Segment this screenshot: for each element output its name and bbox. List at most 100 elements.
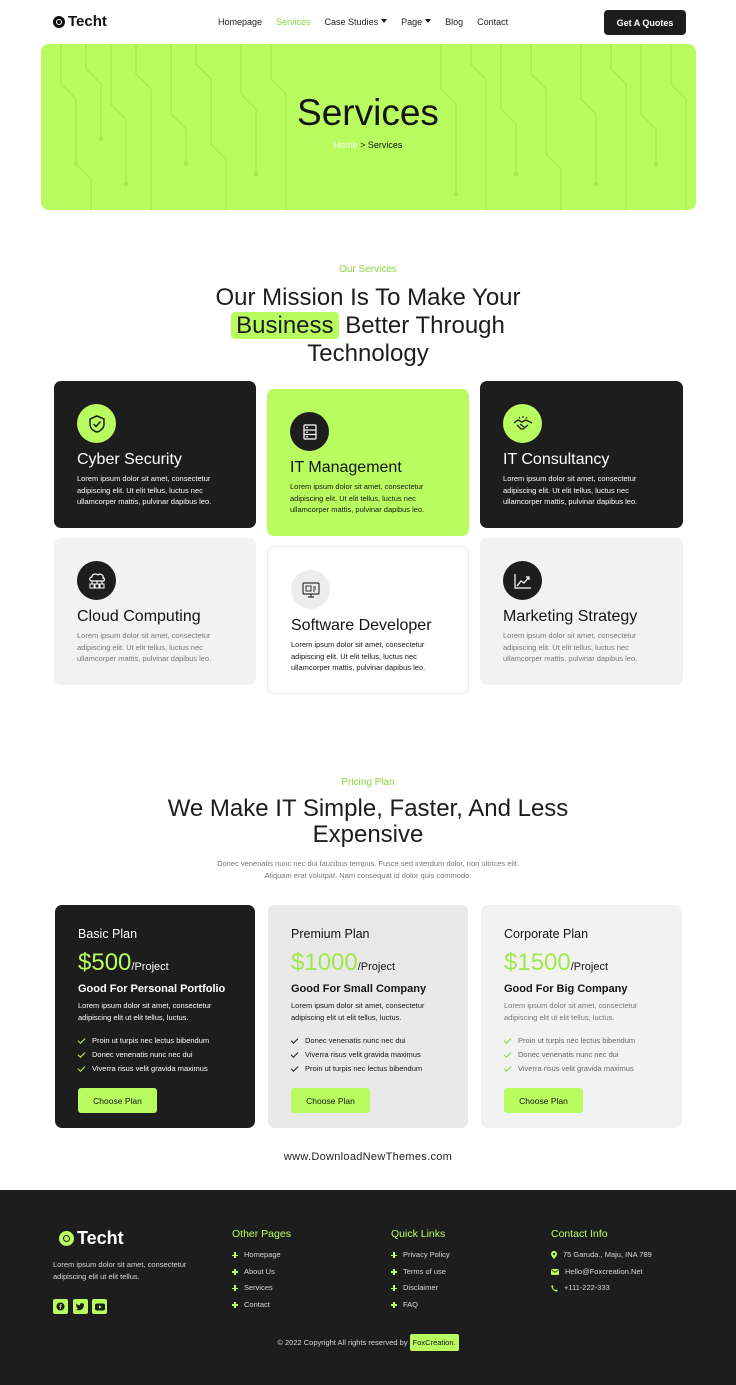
service-card-text: Lorem ipsum dolor sit amet, consectetur … bbox=[77, 474, 212, 506]
plus-icon bbox=[391, 1301, 397, 1308]
footer-link-label: Services bbox=[244, 1283, 273, 1292]
service-card-marketing-strategy[interactable]: Marketing Strategy Lorem ipsum dolor sit… bbox=[480, 538, 683, 685]
check-icon bbox=[77, 1064, 86, 1072]
service-card-cloud-computing[interactable]: Cloud Computing Lorem ipsum dolor sit am… bbox=[54, 538, 256, 685]
plan-name: Premium Plan bbox=[291, 927, 370, 941]
plus-icon bbox=[232, 1252, 238, 1259]
pricing-card-premium: Premium Plan $1000/Project Good For Smal… bbox=[268, 905, 468, 1128]
plan-description: Lorem ipsum dolor sit amet, consectetur … bbox=[504, 1001, 638, 1022]
nav-item-blog[interactable]: Blog bbox=[445, 17, 463, 27]
nav-item-page[interactable]: Page bbox=[401, 17, 432, 27]
plan-feature-text: Donec venenatis nunc nec dui bbox=[518, 1050, 619, 1059]
nav-item-contact[interactable]: Contact bbox=[477, 17, 508, 27]
plan-feature: Viverra risus velit gravida maximus bbox=[77, 1062, 232, 1076]
footer-description: Lorem ipsum dolor sit amet, consectetur … bbox=[53, 1260, 187, 1281]
check-icon bbox=[290, 1036, 299, 1044]
service-card-title: Software Developer bbox=[291, 617, 432, 634]
plan-feature-text: Viverra risus velit gravida maximus bbox=[305, 1050, 421, 1059]
pricing-heading-line1: We Make IT Simple, Faster, And Less bbox=[167, 795, 569, 822]
footer-link-label: Privacy Policy bbox=[403, 1250, 450, 1259]
watermark-text: www.DownloadNewThemes.com bbox=[283, 1151, 453, 1163]
plan-feature-list: Proin ut turpis nec lectus bibendum Done… bbox=[77, 1034, 232, 1076]
plus-icon bbox=[232, 1301, 238, 1308]
services-heading-line3: Technology bbox=[307, 340, 429, 367]
copyright-brand-link[interactable]: FoxCreation. bbox=[409, 1334, 459, 1351]
logo-text: Techt bbox=[68, 13, 107, 30]
twitter-icon[interactable] bbox=[73, 1299, 88, 1314]
youtube-icon[interactable] bbox=[92, 1299, 107, 1314]
services-eyebrow: Our Services bbox=[339, 264, 397, 275]
footer-phone[interactable]: +111-222-333 bbox=[551, 1280, 652, 1297]
chevron-down-icon bbox=[381, 19, 388, 23]
chart-growth-icon bbox=[503, 561, 542, 600]
plan-feature: Proin ut turpis nec lectus bibendum bbox=[290, 1062, 445, 1076]
footer-link-label: Disclaimer bbox=[403, 1283, 439, 1292]
footer-logo[interactable]: Techt bbox=[59, 1228, 124, 1249]
plan-feature-text: Proin ut turpis nec lectus bibendum bbox=[305, 1064, 423, 1073]
check-icon bbox=[503, 1050, 512, 1058]
page-title: Services bbox=[297, 92, 439, 133]
chevron-down-icon bbox=[425, 19, 432, 23]
breadcrumb-home-link[interactable]: Home bbox=[334, 140, 358, 150]
service-card-text: Lorem ipsum dolor sit amet, consectetur … bbox=[503, 631, 638, 663]
service-card-cyber-security[interactable]: Cyber Security Lorem ipsum dolor sit ame… bbox=[54, 381, 256, 528]
main-nav: Homepage Services Case Studies Page Blog… bbox=[218, 17, 508, 27]
footer-link-homepage[interactable]: Homepage bbox=[232, 1247, 291, 1264]
plan-feature: Donec venenatis nunc nec dui bbox=[77, 1048, 232, 1062]
service-card-text: Lorem ipsum dolor sit amet, consectetur … bbox=[291, 640, 426, 672]
plan-feature: Viverra risus velit gravida maximus bbox=[290, 1048, 445, 1062]
pricing-card-corporate: Corporate Plan $1500/Project Good For Bi… bbox=[481, 905, 682, 1128]
footer-link-label: Homepage bbox=[244, 1250, 281, 1259]
logo-mark-icon bbox=[59, 1231, 74, 1246]
nav-item-case-studies-label: Case Studies bbox=[324, 17, 379, 27]
service-card-it-consultancy[interactable]: IT Consultancy Lorem ipsum dolor sit ame… bbox=[480, 381, 683, 528]
check-icon bbox=[77, 1050, 86, 1058]
facebook-icon[interactable] bbox=[53, 1299, 68, 1314]
service-card-title: Cyber Security bbox=[77, 451, 182, 468]
plan-feature: Viverra risus velit gravida maximus bbox=[503, 1062, 659, 1076]
site-logo[interactable]: Techt bbox=[53, 13, 107, 30]
plan-feature: Proin ut turpis nec lectus bibendum bbox=[77, 1034, 232, 1048]
choose-plan-button[interactable]: Choose Plan bbox=[291, 1088, 370, 1113]
plan-feature: Donec venenatis nunc nec dui bbox=[290, 1034, 445, 1048]
breadcrumb: Home > Services bbox=[0, 140, 736, 150]
get-quotes-button[interactable]: Get A Quotes bbox=[604, 10, 686, 35]
choose-plan-button[interactable]: Choose Plan bbox=[504, 1088, 583, 1113]
plan-feature-text: Proin ut turpis nec lectus bibendum bbox=[518, 1036, 636, 1045]
plan-amount: $1000 bbox=[291, 949, 358, 976]
footer-link-services[interactable]: Services bbox=[232, 1280, 291, 1297]
footer-link-faq[interactable]: FAQ bbox=[391, 1297, 450, 1314]
nav-item-services[interactable]: Services bbox=[276, 17, 311, 27]
service-card-text: Lorem ipsum dolor sit amet, consectetur … bbox=[77, 631, 212, 663]
check-icon bbox=[290, 1064, 299, 1072]
plan-price: $1000/Project bbox=[291, 949, 445, 977]
footer-link-contact[interactable]: Contact bbox=[232, 1297, 291, 1314]
plan-amount: $1500 bbox=[504, 949, 571, 976]
check-icon bbox=[77, 1036, 86, 1044]
footer-contact-info: Contact Info 75 Garuda., Maju, INA 789 H… bbox=[551, 1228, 652, 1297]
service-card-it-management[interactable]: IT Management Lorem ipsum dolor sit amet… bbox=[267, 389, 469, 536]
pricing-eyebrow: Pricing Plan bbox=[341, 777, 395, 788]
footer-link-disclaimer[interactable]: Disclaimer bbox=[391, 1280, 450, 1297]
nav-item-homepage[interactable]: Homepage bbox=[218, 17, 262, 27]
footer-link-privacy-policy[interactable]: Privacy Policy bbox=[391, 1247, 450, 1264]
footer-link-about-us[interactable]: About Us bbox=[232, 1264, 291, 1281]
service-card-title: IT Consultancy bbox=[503, 451, 610, 468]
plan-period: /Project bbox=[570, 961, 609, 973]
cloud-network-icon bbox=[77, 561, 116, 600]
plus-icon bbox=[232, 1285, 238, 1292]
nav-item-case-studies[interactable]: Case Studies bbox=[325, 17, 388, 27]
plan-period: /Project bbox=[357, 961, 396, 973]
monitor-code-icon bbox=[291, 570, 330, 609]
footer-email[interactable]: Hello@Foxcreation.Net bbox=[551, 1264, 652, 1281]
services-heading-highlight: Business bbox=[231, 312, 339, 339]
plan-amount: $500 bbox=[78, 949, 132, 976]
plus-icon bbox=[391, 1268, 397, 1275]
pricing-subtitle-line1: Donec venenatis nunc nec dui faucibus te… bbox=[217, 859, 519, 868]
plan-tagline: Good For Big Company bbox=[504, 983, 628, 995]
plan-price: $1500/Project bbox=[504, 949, 659, 977]
footer-link-terms[interactable]: Terms of use bbox=[391, 1264, 450, 1281]
choose-plan-button[interactable]: Choose Plan bbox=[78, 1088, 157, 1113]
plan-tagline: Good For Personal Portfolio bbox=[78, 983, 226, 995]
service-card-software-developer[interactable]: Software Developer Lorem ipsum dolor sit… bbox=[267, 546, 469, 694]
